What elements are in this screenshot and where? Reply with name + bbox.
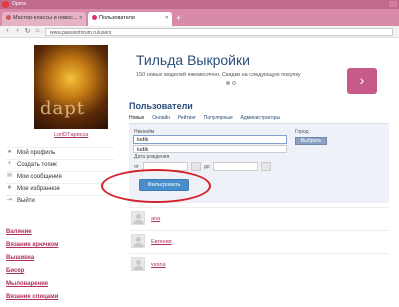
tab-master-classes[interactable]: Мастер-классы и новос... ✕ [2,12,86,26]
browser-titlebar: Opera [0,0,399,9]
category-links: Валяние Вязание крючком Вышивка Бисер Мы… [6,229,114,307]
menu-item-favorites[interactable]: ★ Мое избранное [6,183,114,195]
tab-bar: Мастер-классы и новос... ✕ Пользователи … [0,9,399,26]
carousel-dot[interactable] [232,81,236,85]
forward-arrow-icon[interactable]: › [13,27,22,34]
star-icon: ★ [6,184,13,191]
subtab-admins[interactable]: Администраторы [240,115,280,121]
category-link-felting[interactable]: Валяние [6,229,114,242]
avatar[interactable]: dapt [34,45,108,129]
birthdate-label: Дата рождения [134,154,170,160]
menu-item-label: Мой профиль [17,150,56,156]
menu-item-label: Мои сообщения [17,174,62,180]
url-input[interactable]: www.passionforum.ru/users [45,28,393,36]
choose-city-button[interactable]: Выбрать [295,137,327,145]
tab-users[interactable]: Пользователи ✕ [88,12,172,26]
tab-label: Мастер-классы и новос... [13,15,78,21]
menu-item-messages[interactable]: ✉ Мои сообщения [6,171,114,183]
page-body: dapt LoriDTарисса ● Мой профиль + Создать … [0,39,399,307]
city-label: Город [295,129,309,135]
subtab-popular[interactable]: Популярные [204,115,233,121]
home-icon[interactable]: ⌂ [33,27,42,34]
new-tab-button[interactable]: + [176,13,181,23]
menu-item-label: Мое избранное [17,186,60,192]
sidebar: dapt LoriDTарисса ● Мой профиль + Создать … [0,39,118,307]
user-filter-panel: Никнейм Город ludik ludik Выбрать Дата р… [101,123,389,203]
menu-item-label: Создать топик [17,162,57,168]
category-link-beads[interactable]: Бисер [6,268,114,281]
ad-title[interactable]: Тильда Выкройки [136,52,250,68]
user-link[interactable]: ana [151,216,160,222]
close-tab-icon[interactable]: ✕ [79,15,83,21]
date-to-label: до [204,164,210,170]
user-avatar[interactable] [131,211,145,225]
user-avatar[interactable] [131,234,145,248]
date-to-input[interactable] [213,162,258,171]
nickname-suggestion[interactable]: ludik [133,145,287,153]
profile-username-link[interactable]: LoriDTарисса [54,132,88,138]
category-link-soapmaking[interactable]: Мыловарение [6,281,114,294]
site-favicon-icon [92,15,97,21]
exit-icon: ⇥ [6,196,13,203]
tab-label: Пользователи [99,15,135,21]
category-link-crochet[interactable]: Вязание крючком [6,242,114,255]
main-content: Пользователи Новые Онлайн Рейтинг Популя… [101,101,391,271]
list-item: vesna [129,253,389,276]
plus-icon: + [7,160,12,167]
ad-banner[interactable]: Тильда Выкройки 150 новых моделей ежемес… [136,52,386,100]
window-controls[interactable] [389,1,397,7]
ad-carousel-dots[interactable] [226,81,238,87]
menu-item-logout[interactable]: ⇥ Выйти [6,195,114,207]
calendar-to-icon[interactable] [261,162,271,171]
list-item: Евгения [129,230,389,253]
ad-subtitle: 150 новых моделей ежемесячно. Скидки на … [136,72,301,78]
subtab-new[interactable]: Новые [129,115,144,121]
opera-logo-icon[interactable] [2,1,9,8]
category-link-knitting[interactable]: Вязание спицами [6,294,114,307]
user-link[interactable]: Евгения [151,239,172,245]
address-bar: ‹ › ↻ ⌂ www.passionforum.ru/users [0,26,399,38]
menu-item-profile[interactable]: ● Мой профиль [6,147,114,159]
list-item: ana [129,207,389,230]
user-avatar[interactable] [131,257,145,271]
site-favicon-icon [6,15,11,21]
user-link[interactable]: vesna [151,262,166,268]
users-list: ana Евгения vesna [129,207,389,276]
page-title: Пользователи [129,101,193,111]
envelope-icon: ✉ [6,172,13,179]
red-highlight-ellipse [101,169,211,203]
category-link-embroidery[interactable]: Вышивка [6,255,114,268]
calendar-from-icon[interactable] [191,162,201,171]
back-arrow-icon[interactable]: ‹ [3,27,12,34]
user-menu: ● Мой профиль + Создать топик ✉ Мои сообщен… [6,147,114,207]
subtab-online[interactable]: Онлайн [152,115,170,121]
avatar-watermark: dapt [40,98,86,119]
close-tab-icon[interactable]: ✕ [165,15,169,21]
person-icon: ● [7,148,12,155]
nickname-input[interactable]: ludik [133,135,287,144]
reload-icon[interactable]: ↻ [23,27,32,35]
app-name: Opera [12,1,26,7]
menu-item-label: Выйти [17,198,35,204]
menu-item-create-topic[interactable]: + Создать топик [6,159,114,171]
subtab-rating[interactable]: Рейтинг [178,115,196,121]
carousel-dot[interactable] [226,81,230,85]
ad-next-arrow-icon[interactable]: › [347,68,377,94]
